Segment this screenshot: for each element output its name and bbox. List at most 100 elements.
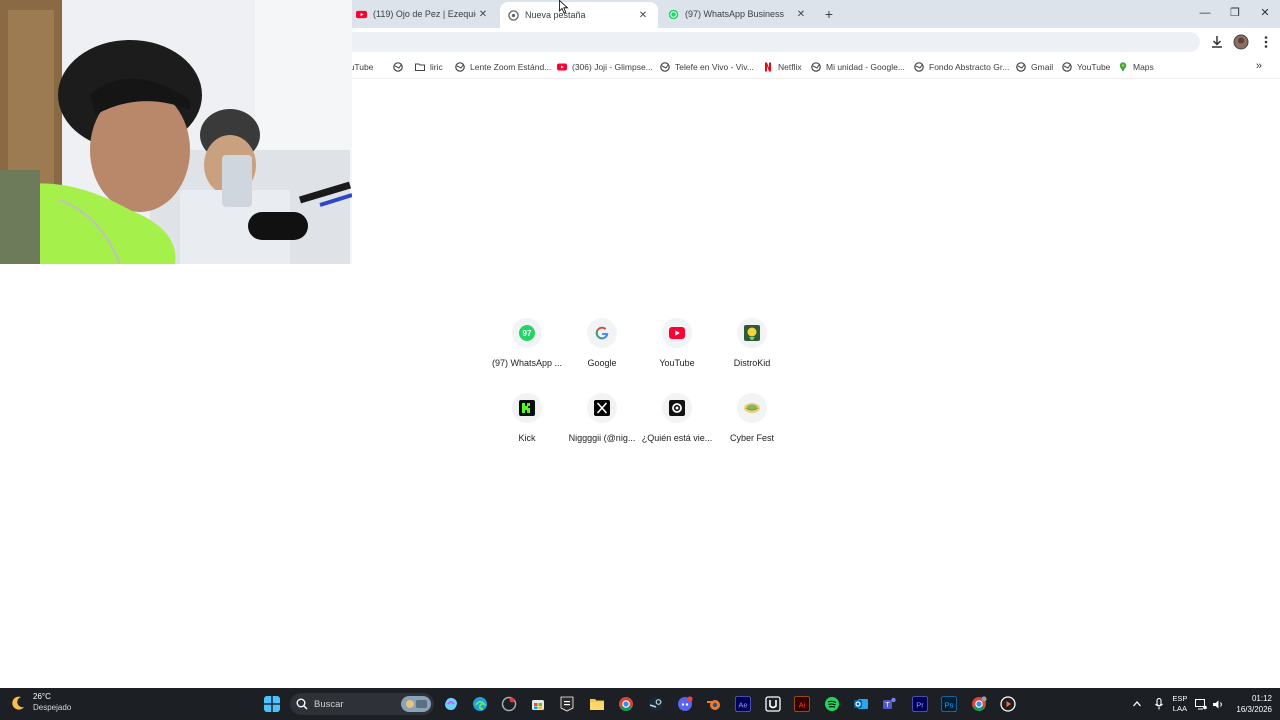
shortcut-x-profile[interactable]: Niggggii (@nig... [562, 393, 642, 443]
microphone-icon[interactable] [1154, 698, 1164, 710]
globe-icon [660, 62, 670, 72]
media-player-icon[interactable] [1000, 696, 1016, 712]
tab-whatsapp-business[interactable]: (97) WhatsApp Business ✕ [660, 0, 816, 28]
shortcut-icon-wrapper [662, 393, 692, 423]
bookmark-gmail[interactable]: Gmail [1016, 60, 1053, 74]
chrome-active-icon[interactable] [971, 696, 987, 712]
bookmark-fondo-abstracto[interactable]: Fondo Abstracto Gr... [914, 60, 1009, 74]
teams-icon[interactable]: T [882, 696, 898, 712]
discord-icon[interactable] [677, 696, 693, 712]
shortcut-label: Cyber Fest [729, 433, 774, 443]
bookmark-label: Lente Zoom Estánd... [470, 62, 552, 72]
shortcut-cyber-fest[interactable]: Cyber Fest [712, 393, 792, 443]
bookmark-globe[interactable] [393, 60, 408, 74]
shortcut-label: YouTube [659, 358, 695, 368]
bookmark-youtube-2[interactable]: YouTube [1062, 60, 1110, 74]
chrome-icon[interactable] [618, 696, 634, 712]
illustrator-icon[interactable]: Ai [794, 696, 810, 712]
shortcut-google[interactable]: Google [562, 318, 642, 368]
tab-title: (97) WhatsApp Business [685, 9, 785, 19]
bookmark-label: Netflix [778, 62, 802, 72]
taskbar-search-box[interactable]: Buscar [290, 693, 434, 715]
spotify-icon[interactable] [824, 696, 840, 712]
weather-widget[interactable]: 26°C Despejado [10, 692, 71, 713]
folder-icon [415, 63, 425, 71]
youtube-icon [669, 327, 685, 339]
system-clock[interactable]: 01:12 16/3/2026 [1236, 693, 1272, 715]
address-bar[interactable] [340, 32, 1200, 52]
globe-icon [393, 62, 403, 72]
globe-icon [455, 62, 465, 72]
volume-icon[interactable] [1212, 699, 1224, 710]
bookmark-lente-zoom[interactable]: Lente Zoom Estánd... [455, 60, 551, 74]
steam-icon[interactable] [648, 696, 664, 712]
shortcut-whatsapp[interactable]: 97 (97) WhatsApp ... [487, 318, 567, 368]
bookmark-maps[interactable]: Maps [1118, 60, 1154, 74]
bookmark-netflix[interactable]: Netflix [763, 60, 802, 74]
premiere-icon[interactable]: Pr [912, 696, 928, 712]
shortcut-kick[interactable]: Kick [487, 393, 567, 443]
store-icon[interactable] [530, 696, 546, 712]
cyberfest-icon [744, 403, 760, 413]
shortcut-label: Niggggii (@nig... [568, 433, 636, 443]
svg-text:T: T [885, 702, 890, 709]
mouse-cursor-icon [559, 0, 569, 14]
profile-avatar-icon[interactable] [1233, 34, 1249, 50]
outlook-icon[interactable] [853, 696, 869, 712]
shortcut-icon-wrapper: 97 [512, 318, 542, 348]
restore-button[interactable]: ❐ [1220, 0, 1250, 28]
tab-ojo-de-pez[interactable]: (119) Ojo de Pez | Ezequiel Falcón ✕ [348, 0, 498, 28]
unreal-icon[interactable] [765, 696, 781, 712]
search-icon [296, 698, 308, 710]
shortcut-youtube[interactable]: YouTube [637, 318, 717, 368]
svg-text:Ai: Ai [799, 701, 806, 710]
shortcut-quien-esta-viendo[interactable]: ¿Quién está vie... [637, 393, 717, 443]
app-icon[interactable] [501, 696, 517, 712]
bookmark-mi-unidad[interactable]: Mi unidad - Google... [811, 60, 905, 74]
tab-nueva-pestana[interactable]: Nueva pestaña ✕ [500, 2, 658, 28]
close-icon[interactable]: ✕ [476, 9, 490, 20]
bookmark-label: (306) Joji - Glimpse... [572, 62, 653, 72]
youtube-icon [356, 10, 367, 18]
bookmark-folder-liric[interactable]: liric [415, 60, 443, 74]
epic-games-icon[interactable] [559, 696, 575, 712]
clock-time: 01:12 [1251, 694, 1272, 703]
language-indicator[interactable]: ESP LAA [1172, 694, 1187, 714]
shortcut-icon-wrapper [587, 393, 617, 423]
moon-icon [12, 696, 24, 710]
close-icon[interactable]: ✕ [636, 10, 650, 21]
close-window-button[interactable]: ✕ [1250, 0, 1280, 28]
blender-icon[interactable] [706, 696, 722, 712]
clock-date: 16/3/2026 [1236, 705, 1272, 714]
search-placeholder: Buscar [314, 698, 344, 710]
window-controls: — ❐ ✕ [1190, 0, 1280, 28]
kick-icon [519, 400, 535, 416]
svg-text:Ae: Ae [738, 701, 747, 710]
windows-taskbar: 26°C Despejado Buscar Ae Ai T Pr Ps ESP [0, 688, 1280, 720]
search-highlight-icon [401, 696, 431, 712]
windows-start-icon[interactable] [264, 696, 280, 712]
bookmark-label: Fondo Abstracto Gr... [929, 62, 1010, 72]
edge-icon[interactable] [472, 696, 488, 712]
photoshop-icon[interactable]: Ps [941, 696, 957, 712]
shortcut-distrokid[interactable]: DistroKid [712, 318, 792, 368]
download-icon[interactable] [1209, 34, 1225, 50]
new-tab-button[interactable]: + [820, 5, 838, 23]
language-line-2: LAA [1172, 704, 1187, 713]
bookmark-telefe[interactable]: Telefe en Vivo - Viv... [660, 60, 754, 74]
file-explorer-icon[interactable] [589, 696, 605, 712]
copilot-icon[interactable] [443, 696, 459, 712]
weather-temperature: 26°C [33, 692, 51, 701]
minimize-button[interactable]: — [1190, 0, 1220, 28]
menu-kebab-icon[interactable] [1258, 34, 1274, 50]
camera-icon [669, 400, 685, 416]
bookmarks-overflow-button[interactable]: » [1256, 60, 1262, 72]
close-icon[interactable]: ✕ [794, 9, 808, 20]
network-icon[interactable] [1195, 698, 1208, 710]
after-effects-icon[interactable]: Ae [735, 696, 751, 712]
globe-icon [811, 62, 821, 72]
bookmark-joji-glimpse[interactable]: (306) Joji - Glimpse... [557, 60, 653, 74]
chevron-up-icon[interactable] [1132, 699, 1142, 709]
shortcut-label: DistroKid [733, 358, 771, 368]
maps-icon [1119, 62, 1127, 72]
